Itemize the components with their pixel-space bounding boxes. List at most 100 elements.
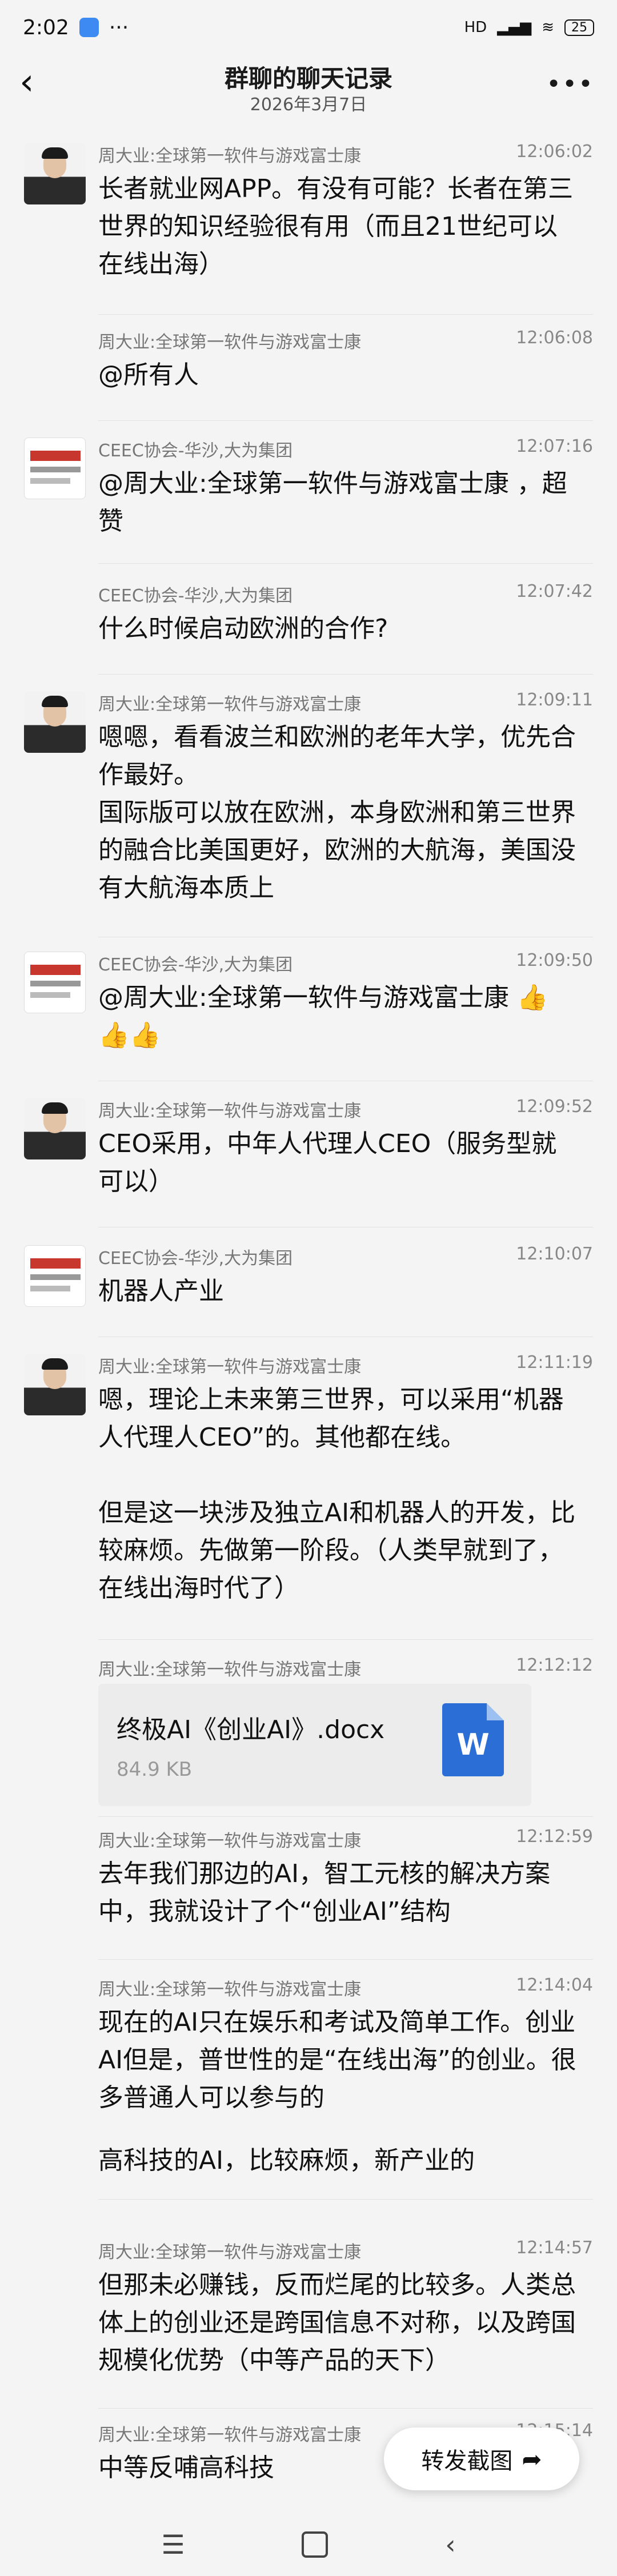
message-time: 12:14:04 [516,1975,593,1995]
message-6: CEEC协会-华沙,大为集团 12:09:50 @周大业:全球第一软件与游戏富士… [0,946,617,1094]
message-time: 12:07:16 [516,436,593,456]
org-logo-line [30,478,70,484]
avatar[interactable] [24,952,86,1013]
message-sender: 周大业:全球第一软件与游戏富士康 [98,1831,362,1851]
message-sender: CEEC协会-华沙,大为集团 [98,1249,293,1269]
message-sender: 周大业:全球第一软件与游戏富士康 [98,1980,362,2000]
message-5: 周大业:全球第一软件与游戏富士康 12:09:11 嗯嗯，看看波兰和欧洲的老年大… [0,685,617,948]
more-notifications-icon: ··· [109,15,129,39]
menu-icon[interactable]: ☰ [161,2529,185,2560]
message-time: 12:12:12 [516,1655,593,1675]
file-name: 终极AI《创业AI》.docx [117,1715,385,1744]
message-7: 周大业:全球第一软件与游戏富士康 12:09:52 CEO采用，中年人代理人CE… [0,1092,617,1241]
message-14: 周大业:全球第一软件与游戏富士康 12:14:57 但那未必赚钱，反而烂尾的比较… [0,2233,617,2416]
message-sender: 周大业:全球第一软件与游戏富士康 [98,1357,362,1377]
org-logo-line [30,467,81,472]
message-text: 但那未必赚钱，反而烂尾的比较多。人类总体上的创业还是跨国信息不对称，以及跨国规模… [98,2270,576,2375]
message-11: 周大业:全球第一软件与游戏富士康 12:12:59 去年我们那边的AI，智工元核… [0,1822,617,1971]
message-sender: CEEC协会-华沙,大为集团 [98,955,293,975]
org-logo-mark [30,965,81,975]
message-text: CEO采用，中年人代理人CEO（服务型就可以） [98,1129,557,1196]
org-logo-line [30,992,70,998]
app-notification-icon [79,18,99,37]
status-bar: 2:02 ··· HD ▂▄▆ ≋ 25 [0,0,617,55]
status-right: HD ▂▄▆ ≋ 25 [464,19,594,36]
message-time: 12:09:52 [516,1097,593,1117]
message-text: @周大业:全球第一软件与游戏富士康 👍👍👍 [98,983,548,1050]
message-divider [98,563,593,564]
avatar[interactable] [24,1098,86,1159]
message-divider [98,674,593,675]
message-divider [98,1639,593,1640]
message-divider [98,1959,593,1960]
message-10: 周大业:全球第一软件与游戏富士康 12:12:12 终极AI《创业AI》.doc… [0,1651,617,1822]
message-4: CEEC协会-华沙,大为集团 12:07:42 什么时候启动欧洲的合作? [0,577,617,691]
message-3: CEEC协会-华沙,大为集团 12:07:16 @周大业:全球第一软件与游戏富士… [0,432,617,580]
message-13: 高科技的AI，比较麻烦，新产业的 [0,2125,617,2205]
message-sender: 周大业:全球第一软件与游戏富士康 [98,2425,362,2445]
word-doc-icon: W [442,1703,504,1776]
signal-icon: ▂▄▆ [497,19,532,36]
message-divider [98,2199,593,2200]
message-text: @所有人 [98,360,199,390]
avatar[interactable] [24,691,86,753]
nav-back-icon[interactable]: ‹ [445,2529,455,2560]
org-logo-line [30,1274,81,1280]
clock: 2:02 [23,15,69,39]
message-sender: 周大业:全球第一软件与游戏富士康 [98,332,362,352]
message-sender: CEEC协会-华沙,大为集团 [98,586,293,606]
message-sender: 周大业:全球第一软件与游戏富士康 [98,695,362,715]
message-1: 周大业:全球第一软件与游戏富士康 12:06:02 长者就业网APP。有没有可能… [0,137,617,331]
message-text: 嗯嗯，看看波兰和欧洲的老年大学，优先合作最好。 国际版可以放在欧洲，本身欧洲和第… [98,723,576,902]
forward-arrow-icon: ➦ [522,2445,542,2473]
file-size: 84.9 KB [117,1758,193,1781]
message-sender: 周大业:全球第一软件与游戏富士康 [98,2242,362,2262]
org-logo-mark [30,451,81,461]
org-logo-mark [30,1258,81,1269]
file-attachment[interactable]: 终极AI《创业AI》.docx 84.9 KB W [98,1684,531,1806]
forward-button-label: 转发截图 [421,2448,513,2474]
message-time: 12:06:08 [516,328,593,348]
message-time: 12:09:11 [516,690,593,710]
page-title: 群聊的聊天记录 [224,65,392,93]
message-text: @周大业:全球第一软件与游戏富士康 ，超赞 [98,469,567,536]
wifi-icon: ≋ [542,19,554,36]
message-sender: 周大业:全球第一软件与游戏富士康 [98,146,362,166]
org-logo-line [30,981,81,986]
message-text: 现在的AI只在娱乐和考试及简单工作。创业AI但是，普世性的是“在线出海”的创业。… [98,2008,576,2112]
message-time: 12:09:50 [516,950,593,970]
message-time: 12:10:07 [516,1244,593,1264]
message-sender: 周大业:全球第一软件与游戏富士康 [98,1660,362,1680]
message-text: 嗯，理论上未来第三世界，可以采用“机器人代理人CEO”的。其他都在线。 但是这一… [98,1385,576,1603]
battery-icon: 25 [564,19,594,36]
message-time: 12:11:19 [516,1353,593,1373]
avatar[interactable] [24,1354,86,1415]
message-text: 高科技的AI，比较麻烦，新产业的 [98,2146,475,2175]
message-sender: CEEC协会-华沙,大为集团 [98,441,293,461]
message-8: CEEC协会-华沙,大为集团 12:10:07 机器人产业 [0,1239,617,1354]
home-icon[interactable] [302,2531,328,2558]
message-text: 什么时候启动欧洲的合作? [98,614,388,643]
more-icon[interactable]: ••• [546,70,594,99]
message-9: 周大业:全球第一软件与游戏富士康 12:11:19 嗯，理论上未来第三世界，可以… [0,1348,617,1656]
avatar[interactable] [24,1245,86,1307]
message-2: 周大业:全球第一软件与游戏富士康 12:06:08 @所有人 [0,323,617,438]
avatar[interactable] [24,143,86,204]
system-nav-bar: ☰ ‹ [0,2513,617,2576]
header: ‹ 群聊的聊天记录 2026年3月7日 ••• [0,55,617,118]
message-text: 去年我们那边的AI，智工元核的解决方案中，我就设计了个“创业AI”结构 [98,1859,551,1926]
message-time: 12:12:59 [516,1827,593,1847]
status-left: 2:02 ··· [23,16,129,39]
avatar[interactable] [24,438,86,499]
message-text: 长者就业网APP。有没有可能？长者在第三世界的知识经验很有用（而且21世纪可以在… [98,174,574,279]
network-hd-label: HD [464,19,487,36]
org-logo-line [30,1286,70,1291]
message-time: 12:07:42 [516,581,593,601]
message-sender: 周大业:全球第一软件与游戏富士康 [98,1101,362,1121]
message-time: 12:14:57 [516,2238,593,2258]
page-subtitle: 2026年3月7日 [250,95,367,115]
forward-screenshot-button[interactable]: 转发截图 ➦ [384,2427,579,2490]
message-time: 12:06:02 [516,142,593,162]
message-divider [98,2408,593,2409]
message-divider [98,420,593,421]
